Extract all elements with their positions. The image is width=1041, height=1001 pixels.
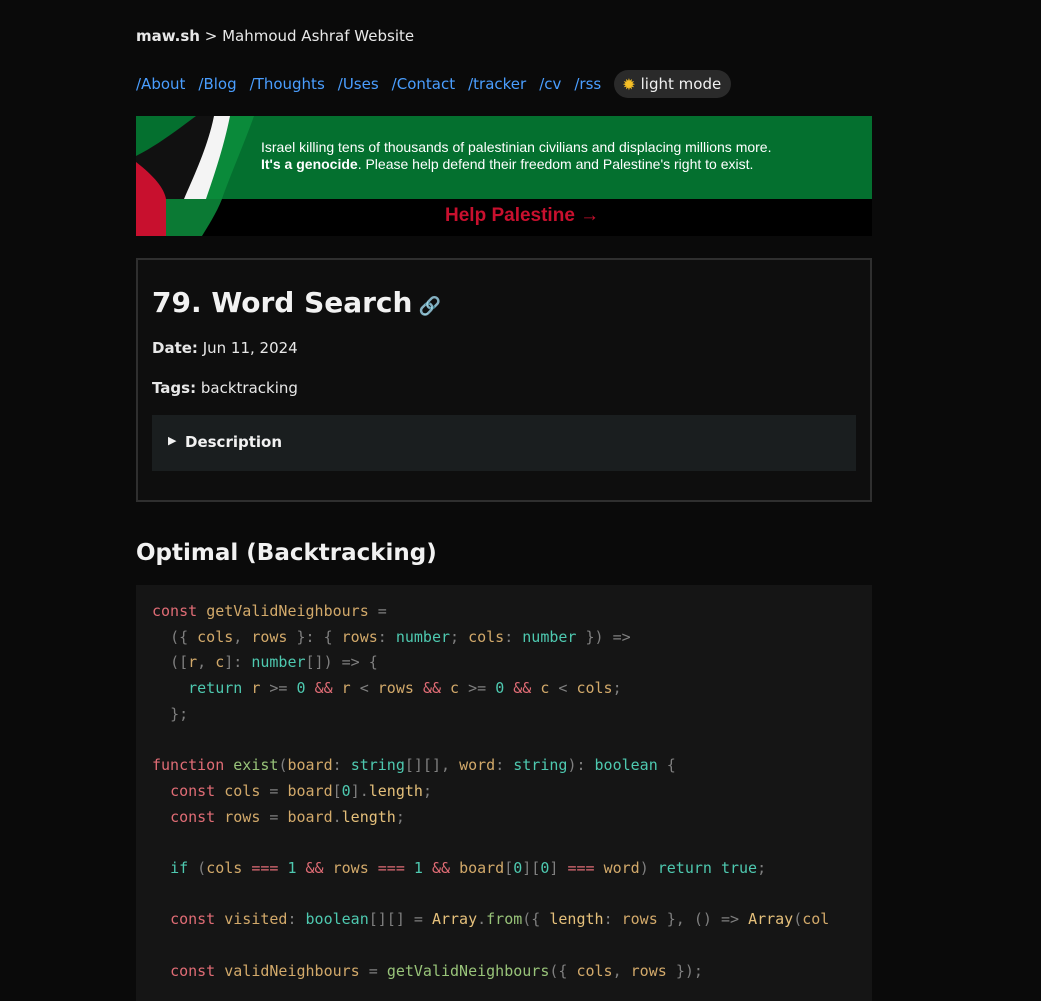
theme-toggle-button[interactable]: ✹ light mode bbox=[614, 70, 732, 98]
section-heading: Optimal (Backtracking) bbox=[136, 540, 437, 566]
banner-line-1: Israel killing tens of thousands of pale… bbox=[261, 139, 772, 155]
palestine-flag-icon bbox=[136, 116, 254, 236]
nav-link-tracker[interactable]: /tracker bbox=[468, 75, 526, 93]
tags-label: Tags: bbox=[152, 379, 197, 397]
help-palestine-label: Help Palestine bbox=[445, 205, 575, 226]
banner-line-2-rest: . Please help defend their freedom and P… bbox=[357, 156, 754, 172]
code-content: const getValidNeighbours = ({ cols, rows… bbox=[152, 602, 830, 980]
code-block: const getValidNeighbours = ({ cols, rows… bbox=[136, 585, 872, 1001]
link-icon[interactable]: 🔗 bbox=[418, 296, 440, 317]
post-tags: Tags: backtracking bbox=[152, 379, 298, 397]
help-palestine-banner[interactable]: Israel killing tens of thousands of pale… bbox=[136, 116, 872, 236]
title-separator: > bbox=[199, 27, 223, 45]
banner-genocide-text: It's a genocide bbox=[261, 156, 358, 172]
main-nav: /About /Blog /Thoughts /Uses /Contact /t… bbox=[136, 70, 732, 98]
theme-toggle-label: light mode bbox=[640, 75, 722, 93]
nav-link-about[interactable]: /About bbox=[136, 75, 185, 93]
site-brand-link[interactable]: maw.sh bbox=[136, 27, 200, 45]
sun-icon: ✹ bbox=[622, 74, 636, 94]
nav-link-uses[interactable]: /Uses bbox=[338, 75, 379, 93]
date-label: Date: bbox=[152, 339, 198, 357]
nav-link-blog[interactable]: /Blog bbox=[198, 75, 236, 93]
nav-link-rss[interactable]: /rss bbox=[574, 75, 601, 93]
date-value: Jun 11, 2024 bbox=[202, 339, 298, 357]
description-summary: Description bbox=[185, 433, 283, 451]
post-date: Date: Jun 11, 2024 bbox=[152, 339, 298, 357]
site-name: Mahmoud Ashraf Website bbox=[222, 27, 415, 45]
banner-line-2: It's a genocide. Please help defend thei… bbox=[261, 156, 772, 173]
nav-link-contact[interactable]: /Contact bbox=[392, 75, 455, 93]
arrow-right-icon: → bbox=[580, 205, 600, 226]
help-palestine-link[interactable]: Help Palestine → bbox=[445, 205, 599, 227]
banner-message: Israel killing tens of thousands of pale… bbox=[261, 139, 772, 173]
tag-backtracking[interactable]: backtracking bbox=[201, 379, 298, 397]
description-toggle[interactable]: ▶ Description bbox=[152, 415, 856, 471]
triangle-right-icon: ▶ bbox=[168, 434, 177, 447]
nav-link-cv[interactable]: /cv bbox=[539, 75, 561, 93]
site-title: maw.sh > Mahmoud Ashraf Website bbox=[136, 27, 414, 45]
nav-link-thoughts[interactable]: /Thoughts bbox=[250, 75, 325, 93]
post-title: 79. Word Search 🔗 bbox=[152, 286, 441, 319]
post-header-card: 79. Word Search 🔗 Date: Jun 11, 2024 Tags… bbox=[136, 258, 872, 502]
post-title-text: 79. Word Search bbox=[152, 286, 413, 319]
